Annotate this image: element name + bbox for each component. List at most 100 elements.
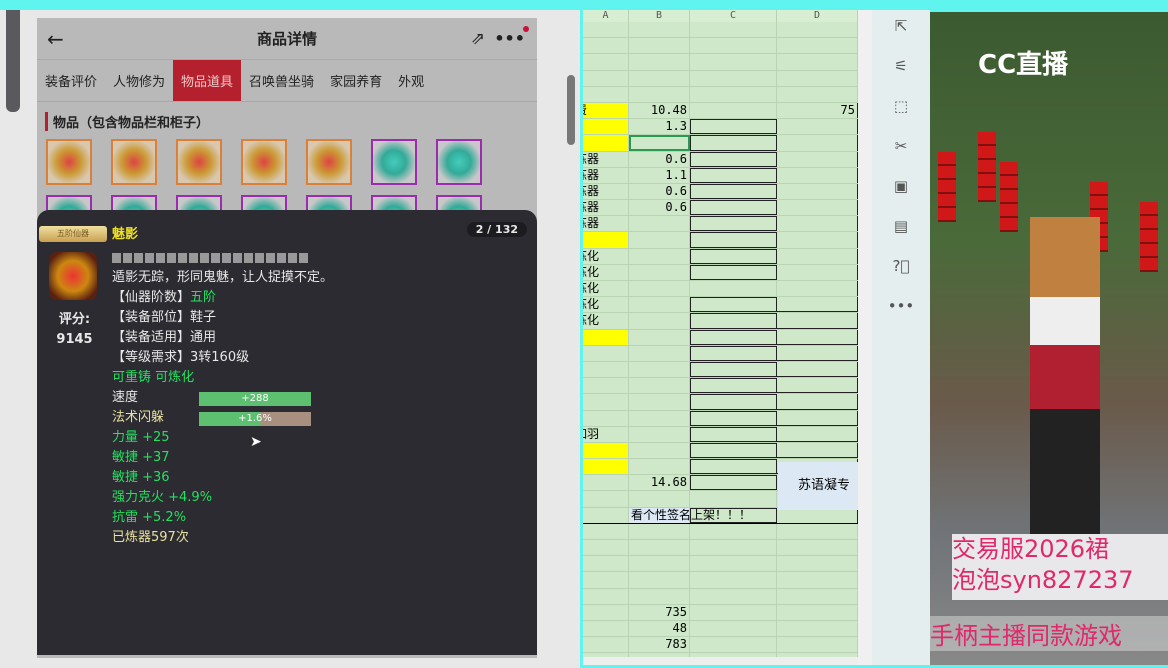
cell-D[interactable] (777, 345, 858, 361)
cell-D[interactable] (777, 410, 858, 426)
cell-C[interactable] (690, 232, 777, 248)
cell-D[interactable] (777, 70, 858, 86)
cell-B[interactable]: 0.6 (629, 183, 690, 200)
cell-A[interactable] (583, 523, 629, 539)
cursor-icon[interactable]: ⇱ (895, 10, 908, 50)
cell-A[interactable] (583, 491, 629, 507)
cell-B[interactable] (629, 410, 690, 426)
cell-A[interactable]: 炼化 (583, 264, 629, 280)
tab-1[interactable]: 人物修为 (105, 60, 173, 101)
cell-A[interactable]: 炼化 (583, 297, 629, 313)
cell-C[interactable] (690, 459, 777, 475)
sheet-tab-bar[interactable] (583, 657, 858, 665)
cell-B[interactable] (629, 54, 690, 70)
cell-A[interactable]: 费 (583, 102, 629, 119)
cell-C[interactable] (690, 394, 777, 410)
cell-D[interactable] (777, 313, 858, 329)
cell-C[interactable] (690, 556, 777, 572)
cell-B[interactable] (629, 232, 690, 248)
cell-C[interactable] (690, 442, 777, 459)
column-header-A[interactable]: A (583, 10, 629, 22)
cell-B[interactable] (629, 86, 690, 102)
cell-A[interactable] (583, 378, 629, 394)
cell-A[interactable] (583, 361, 629, 378)
column-header-B[interactable]: B (629, 10, 690, 22)
cell-D[interactable] (777, 248, 858, 264)
cell-A[interactable] (583, 135, 629, 151)
cell-A[interactable] (583, 345, 629, 361)
more-icon[interactable]: ••• (888, 290, 915, 330)
cell-D[interactable] (777, 216, 858, 232)
cell-B[interactable]: 48 (629, 620, 690, 637)
cell-A[interactable] (583, 410, 629, 426)
cell-C[interactable] (690, 119, 777, 135)
cell-D[interactable] (777, 297, 858, 313)
cell-B[interactable]: 10.48 (629, 102, 690, 119)
cell-C[interactable] (690, 491, 777, 507)
inventory-item[interactable] (46, 139, 92, 185)
cell-A[interactable] (583, 540, 629, 556)
cell-A[interactable] (583, 38, 629, 54)
cell-C[interactable] (690, 54, 777, 70)
cell-C[interactable] (690, 475, 777, 491)
cell-D[interactable] (777, 620, 858, 637)
cell-C[interactable] (690, 361, 777, 378)
cell-A[interactable]: 炼器 (583, 167, 629, 183)
cell-A[interactable] (583, 459, 629, 475)
cell-D[interactable] (777, 556, 858, 572)
cell-B[interactable] (629, 248, 690, 264)
cell-B[interactable] (629, 361, 690, 378)
cell-B[interactable] (629, 313, 690, 329)
cell-A[interactable] (583, 604, 629, 620)
cell-D[interactable] (777, 135, 858, 151)
cell-D[interactable] (777, 604, 858, 620)
image-icon[interactable]: ▣ (894, 170, 908, 210)
cell-B[interactable]: 0.6 (629, 200, 690, 216)
cell-B[interactable] (629, 491, 690, 507)
cell-C[interactable] (690, 86, 777, 102)
cell-B[interactable] (629, 523, 690, 539)
cell-A[interactable] (583, 637, 629, 653)
spreadsheet[interactable]: ABCD 费 10.48 75 1.3 炼器 0.6 炼器 1.1 炼器 0.6 炼器 0.6 炼器炼化… (583, 10, 858, 665)
cell-B[interactable] (629, 540, 690, 556)
cell-C[interactable] (690, 216, 777, 232)
cell-A[interactable] (583, 588, 629, 604)
cell-B[interactable] (629, 378, 690, 394)
cell-C[interactable] (690, 281, 777, 297)
cell-C[interactable] (690, 572, 777, 588)
cell-C[interactable] (690, 248, 777, 264)
cell-A[interactable]: 炼器 (583, 183, 629, 200)
cell-A[interactable] (583, 54, 629, 70)
cell-C[interactable] (690, 313, 777, 329)
cell-C[interactable] (690, 151, 777, 167)
cell-A[interactable] (583, 329, 629, 345)
cell-A[interactable] (583, 442, 629, 459)
cell-C[interactable] (690, 297, 777, 313)
sliders-icon[interactable]: ⚟ (894, 50, 907, 90)
cell-C[interactable] (690, 604, 777, 620)
cell-B[interactable] (629, 135, 690, 151)
cell-D[interactable] (777, 183, 858, 200)
cell-D[interactable] (777, 167, 858, 183)
cell-D[interactable] (777, 264, 858, 280)
cell-B[interactable] (629, 264, 690, 280)
cell-C[interactable] (690, 38, 777, 54)
cell-D[interactable]: 75 (777, 102, 858, 119)
cell-B[interactable] (629, 297, 690, 313)
cell-B[interactable] (629, 556, 690, 572)
cell-C[interactable] (690, 329, 777, 345)
cell-A[interactable] (583, 620, 629, 637)
cell-C[interactable] (690, 410, 777, 426)
cell-D[interactable] (777, 86, 858, 102)
cell-A[interactable] (583, 475, 629, 491)
inventory-item[interactable] (176, 139, 222, 185)
cell-D[interactable] (777, 232, 858, 248)
tab-5[interactable]: 外观 (390, 60, 432, 101)
more-icon[interactable]: ••• (494, 29, 525, 48)
cell-A[interactable] (583, 86, 629, 102)
cell-A[interactable]: 如羽 (583, 426, 629, 442)
cell-A[interactable]: 炼化 (583, 248, 629, 264)
cell-D[interactable] (777, 572, 858, 588)
cell-C[interactable] (690, 637, 777, 653)
cell-A[interactable]: 炼器 (583, 216, 629, 232)
